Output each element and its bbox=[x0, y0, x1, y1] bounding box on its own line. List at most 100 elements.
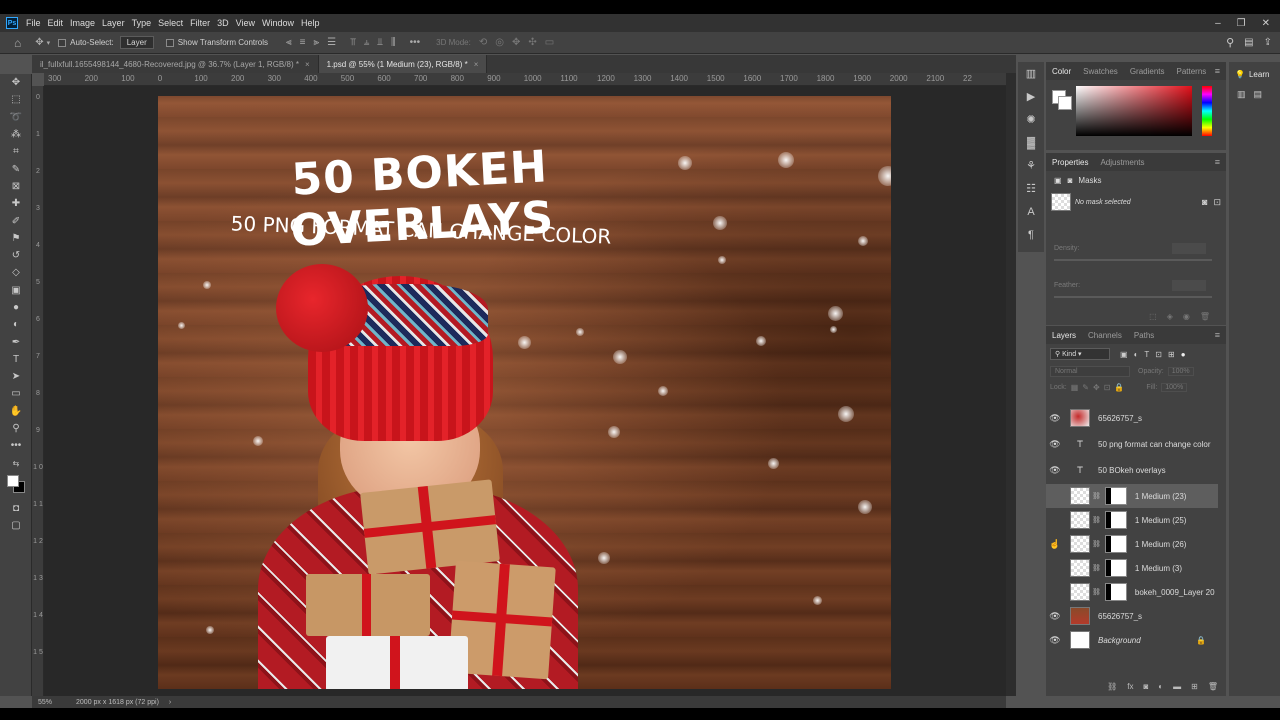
link-icon[interactable]: ⛓ bbox=[1092, 540, 1101, 548]
panel-menu-icon[interactable]: ≡ bbox=[1215, 157, 1220, 167]
filter-kind-dropdown[interactable]: ⚲ Kind ▾ bbox=[1050, 348, 1110, 360]
distribute-vertical-icon[interactable]: ⫼ bbox=[391, 37, 396, 48]
align-center-icon[interactable]: ≡ bbox=[300, 37, 306, 48]
layer-row[interactable]: ⛓ 1 Medium (3) bbox=[1046, 556, 1218, 580]
move-tool-icon[interactable]: ✥ bbox=[0, 74, 32, 91]
new-layer-icon[interactable]: ⊞ bbox=[1191, 682, 1198, 691]
panel-menu-icon[interactable]: ≡ bbox=[1215, 330, 1220, 340]
type-tool-icon[interactable]: T bbox=[0, 351, 32, 368]
pen-tool-icon[interactable]: ✒ bbox=[0, 333, 32, 350]
close-icon[interactable]: × bbox=[305, 60, 310, 69]
distribute-icon[interactable]: ☰ bbox=[327, 37, 336, 48]
hand-tool-icon[interactable]: ✋ bbox=[0, 403, 32, 420]
layer-mask-thumbnail[interactable] bbox=[1104, 487, 1127, 505]
3d-slide-icon[interactable]: ✣ bbox=[528, 37, 536, 48]
paragraph-icon[interactable]: ¶ bbox=[1018, 223, 1044, 246]
add-vector-mask-icon[interactable]: ⊡ bbox=[1213, 197, 1221, 208]
filter-type-icon[interactable]: T bbox=[1144, 350, 1149, 359]
menu-view[interactable]: View bbox=[236, 18, 255, 28]
close-icon[interactable]: × bbox=[474, 60, 479, 69]
lock-position-icon[interactable]: ✥ bbox=[1093, 383, 1100, 392]
swap-colors-icon[interactable]: ⇆ bbox=[0, 455, 32, 472]
add-pixel-mask-icon[interactable]: ◙ bbox=[1202, 197, 1207, 207]
3d-camera-icon[interactable]: ▭ bbox=[545, 37, 554, 48]
pixel-mask-icon[interactable]: ▣ bbox=[1054, 176, 1062, 185]
maximize-icon[interactable]: ❐ bbox=[1237, 18, 1246, 29]
dodge-tool-icon[interactable]: ◐ bbox=[0, 316, 32, 333]
character-icon[interactable]: A bbox=[1018, 200, 1044, 223]
share-icon[interactable]: ⇪ bbox=[1264, 37, 1272, 48]
tab-properties[interactable]: Properties bbox=[1046, 158, 1094, 167]
fill-field[interactable]: 100% bbox=[1161, 383, 1188, 392]
tab-channels[interactable]: Channels bbox=[1082, 331, 1128, 340]
color-picker-field[interactable] bbox=[1076, 86, 1192, 136]
workspace-icon[interactable]: ▤ bbox=[1244, 37, 1253, 48]
foreground-color-swatch[interactable] bbox=[7, 474, 19, 487]
healing-brush-icon[interactable]: ✚ bbox=[0, 195, 32, 212]
filter-shape-icon[interactable]: ⊡ bbox=[1155, 350, 1162, 359]
gradient-tool-icon[interactable]: ▣ bbox=[0, 282, 32, 299]
libraries-icon[interactable]: ▥ bbox=[1237, 89, 1246, 100]
layer-row[interactable]: 👁 65626757_s bbox=[1046, 604, 1218, 628]
visibility-eye-icon[interactable]: 👁 bbox=[1046, 413, 1064, 424]
3d-orbit-icon[interactable]: ⟲ bbox=[479, 37, 487, 48]
eraser-tool-icon[interactable]: ◇ bbox=[0, 264, 32, 281]
adjust-sliders-icon[interactable]: ☷ bbox=[1018, 177, 1044, 200]
visibility-eye-icon[interactable]: 👁 bbox=[1046, 439, 1064, 450]
opacity-field[interactable]: 100% bbox=[1167, 367, 1194, 376]
more-icon[interactable]: ••• bbox=[410, 37, 421, 48]
chevron-right-icon[interactable]: › bbox=[169, 699, 171, 706]
search-icon[interactable]: ⚲ bbox=[1226, 36, 1234, 49]
eyedropper-tool-icon[interactable]: ✎ bbox=[0, 160, 32, 177]
filter-toggle-icon[interactable]: ● bbox=[1181, 350, 1186, 359]
adjustment-layer-icon[interactable]: ◐ bbox=[1158, 682, 1163, 691]
home-icon[interactable]: ⌂ bbox=[14, 36, 21, 50]
link-icon[interactable]: ⛓ bbox=[1092, 516, 1101, 524]
tab-paths[interactable]: Paths bbox=[1128, 331, 1160, 340]
link-icon[interactable]: ⛓ bbox=[1092, 492, 1101, 500]
path-selection-icon[interactable]: ➤ bbox=[0, 368, 32, 385]
menu-file[interactable]: File bbox=[26, 18, 41, 28]
feather-slider[interactable] bbox=[1054, 296, 1212, 298]
rectangle-tool-icon[interactable]: ▭ bbox=[0, 385, 32, 402]
brush-presets-icon[interactable]: ▓ bbox=[1018, 131, 1044, 154]
tab-patterns[interactable]: Patterns bbox=[1171, 67, 1213, 76]
filter-smart-object-icon[interactable]: ⊞ bbox=[1168, 350, 1175, 359]
zoom-tool-icon[interactable]: ⚲ bbox=[0, 420, 32, 437]
load-selection-icon[interactable]: ⬚ bbox=[1149, 312, 1157, 321]
clone-source-icon[interactable]: ⚘ bbox=[1018, 154, 1044, 177]
delete-layer-icon[interactable]: 🗑 bbox=[1208, 682, 1218, 691]
layer-mask-thumbnail[interactable] bbox=[1104, 511, 1127, 529]
link-icon[interactable]: ⛓ bbox=[1092, 588, 1101, 596]
lock-icon[interactable]: 🔒 bbox=[1196, 636, 1206, 645]
menu-filter[interactable]: Filter bbox=[190, 18, 210, 28]
brush-tool-icon[interactable]: ✐ bbox=[0, 212, 32, 229]
lock-artboard-icon[interactable]: ⊡ bbox=[1104, 383, 1111, 392]
menu-select[interactable]: Select bbox=[158, 18, 183, 28]
tab-swatches[interactable]: Swatches bbox=[1077, 67, 1124, 76]
history-icon[interactable]: ▥ bbox=[1018, 62, 1044, 85]
density-field[interactable] bbox=[1172, 243, 1206, 254]
show-transform-checkbox[interactable]: Show Transform Controls bbox=[165, 38, 268, 47]
tab-layers[interactable]: Layers bbox=[1046, 331, 1082, 340]
filter-adjustment-icon[interactable]: ◐ bbox=[1134, 350, 1139, 359]
actions-play-icon[interactable]: ▶ bbox=[1018, 85, 1044, 108]
align-right-icon[interactable]: ⫸ bbox=[314, 37, 320, 48]
cursor-pointer-icon[interactable]: ☝ bbox=[1046, 539, 1064, 550]
comments-icon[interactable]: ▤ bbox=[1254, 89, 1263, 100]
canvas-scrollbar[interactable] bbox=[1006, 73, 1016, 696]
align-bottom-icon[interactable]: ⫫ bbox=[377, 37, 383, 48]
zoom-level[interactable]: 55% bbox=[38, 699, 52, 706]
layer-row[interactable]: ☝ ⛓ 1 Medium (26) bbox=[1046, 532, 1218, 556]
link-layers-icon[interactable]: ⛓ bbox=[1107, 682, 1117, 691]
chevron-down-icon[interactable]: ▾ bbox=[47, 39, 51, 47]
visibility-eye-icon[interactable]: 👁 bbox=[1046, 635, 1064, 646]
quick-mask-icon[interactable]: ◘ bbox=[0, 500, 32, 517]
close-icon[interactable]: ✕ bbox=[1262, 18, 1270, 29]
background-color-swatch[interactable] bbox=[1058, 96, 1072, 110]
screen-mode-icon[interactable]: ▢ bbox=[0, 517, 32, 534]
tab-color[interactable]: Color bbox=[1046, 67, 1077, 76]
layer-mask-thumbnail[interactable] bbox=[1104, 559, 1127, 577]
3d-roll-icon[interactable]: ◎ bbox=[495, 37, 504, 48]
lock-transparent-icon[interactable]: ▦ bbox=[1071, 383, 1079, 392]
